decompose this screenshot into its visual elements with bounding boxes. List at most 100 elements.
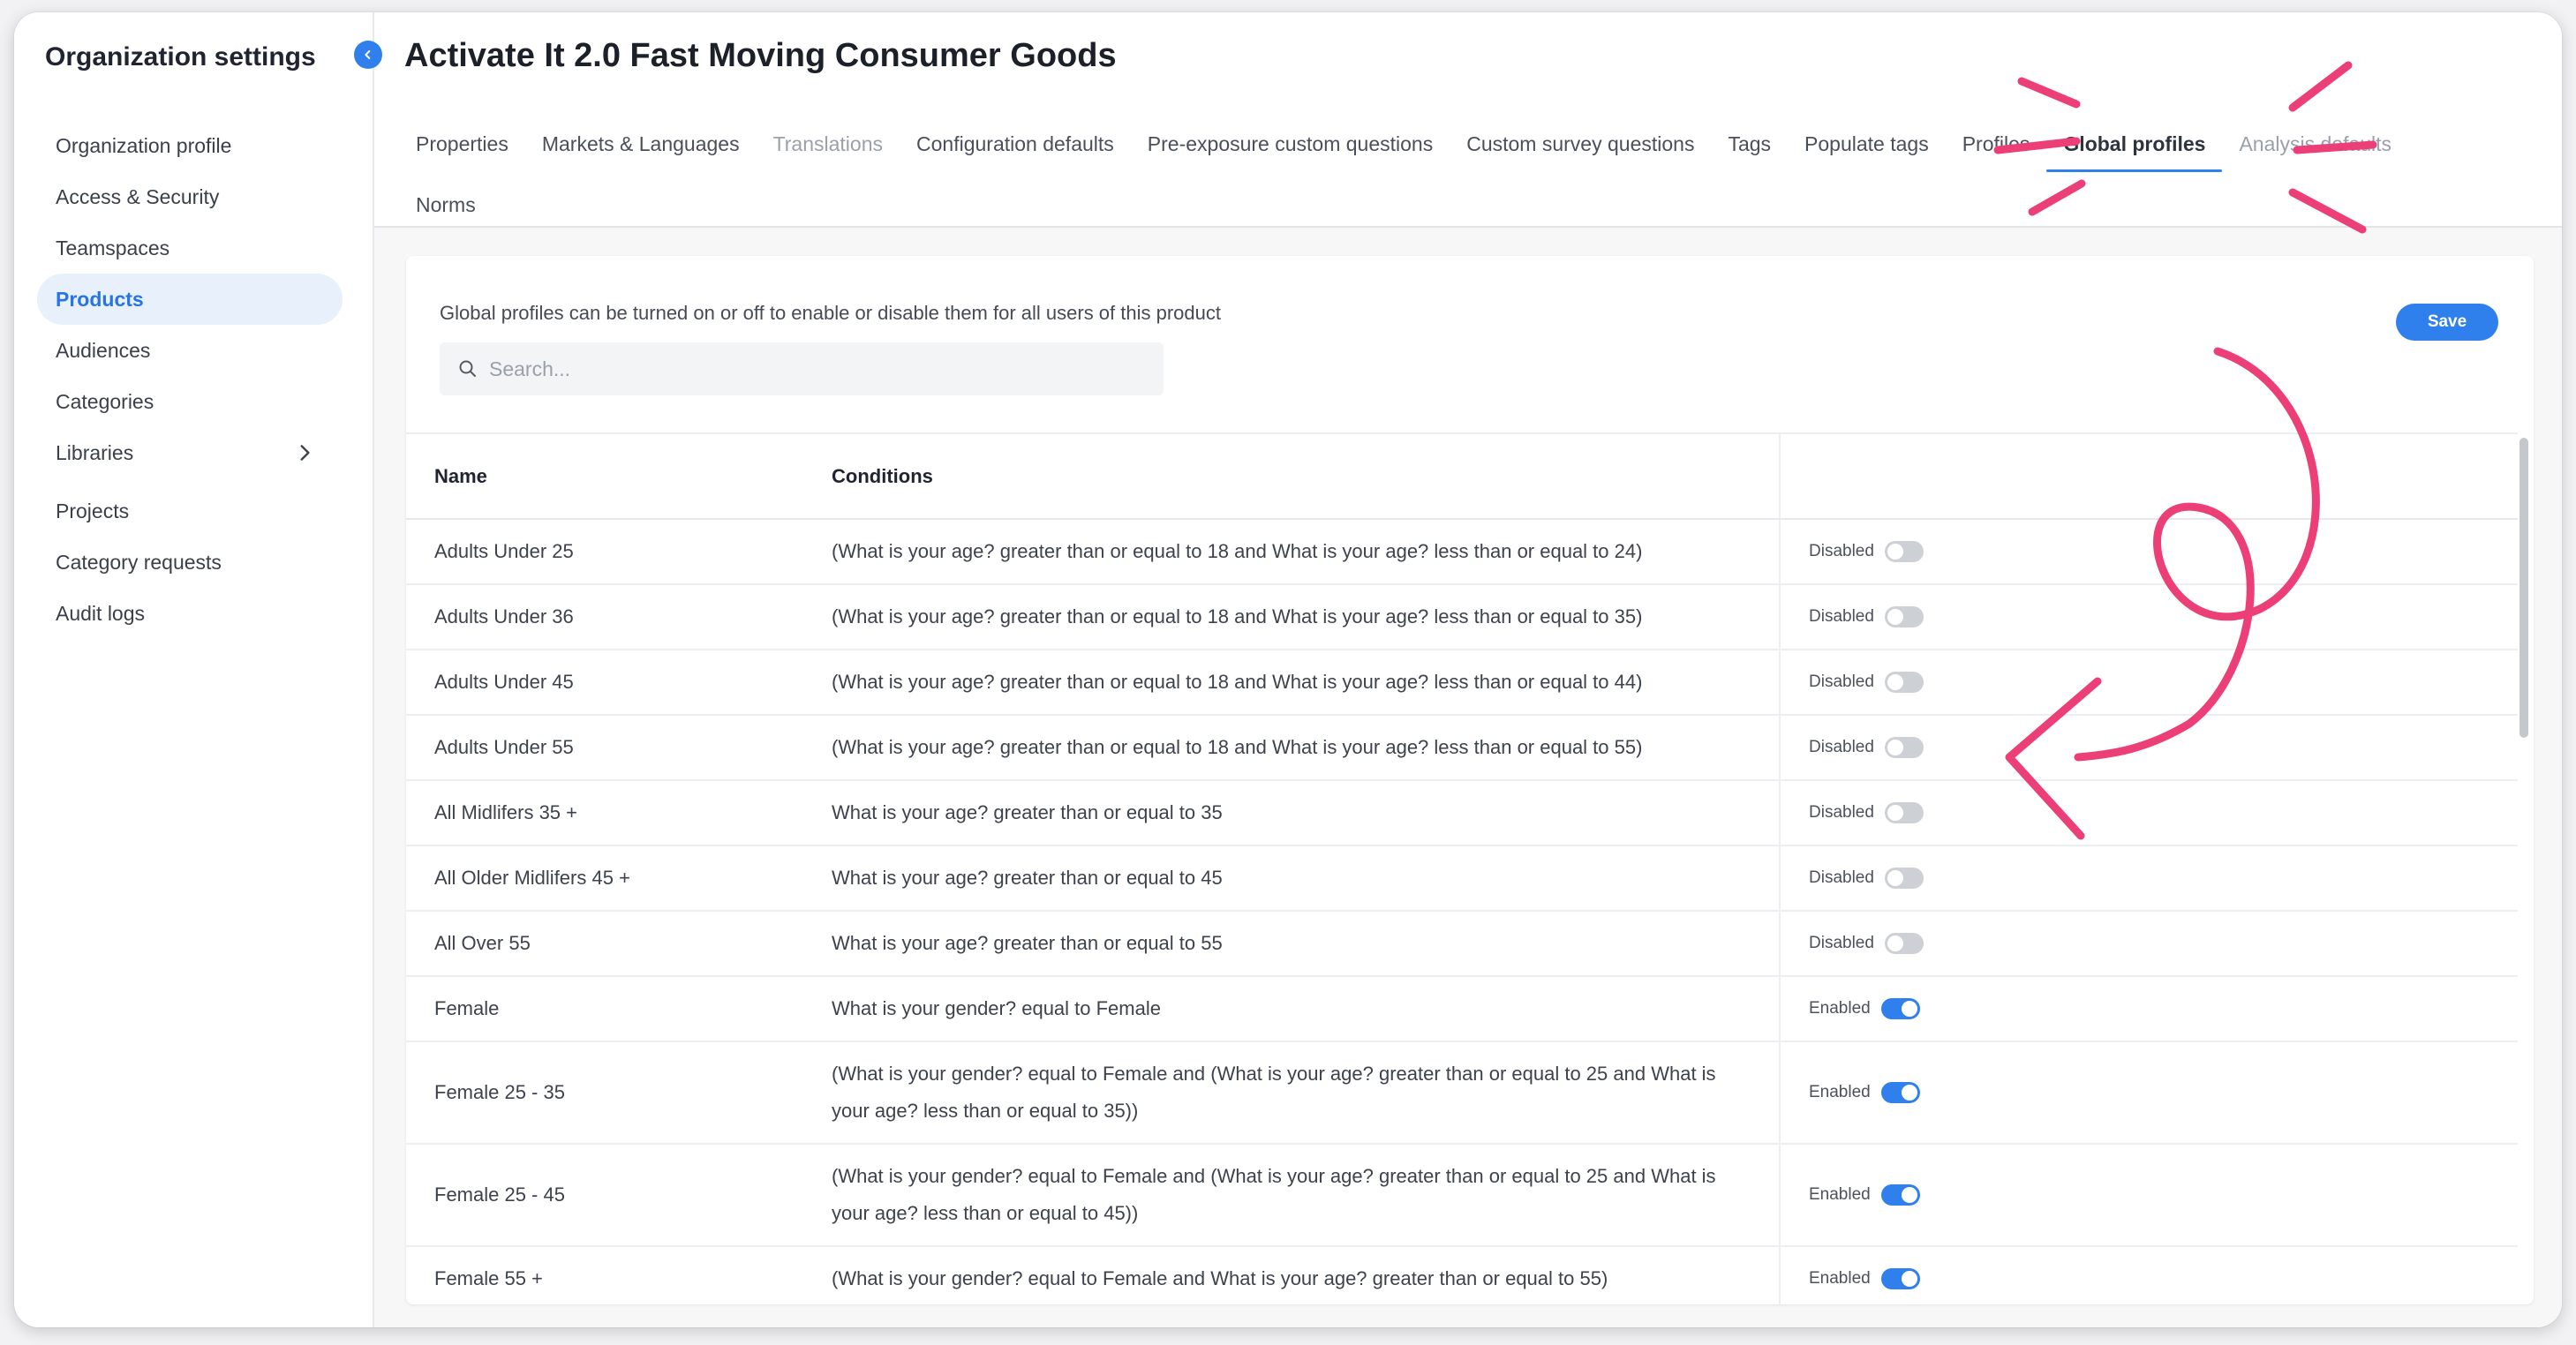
page-header: Activate It 2.0 Fast Moving Consumer Goo… xyxy=(374,12,2562,228)
profile-toggle[interactable] xyxy=(1880,1268,1920,1289)
status-cell: Disabled xyxy=(1780,650,2518,716)
profile-name: All Over 55 xyxy=(406,911,803,977)
sidebar-item-label: Projects xyxy=(56,499,130,522)
status-cell: Disabled xyxy=(1780,780,2518,846)
search-icon xyxy=(459,360,476,377)
toggle-knob xyxy=(1901,1187,1917,1203)
status-cell: Disabled xyxy=(1780,845,2518,912)
table-row: Female 55 + (What is your gender? equal … xyxy=(406,1246,2518,1304)
profile-toggle[interactable] xyxy=(1880,1184,1920,1206)
profile-conditions: What is your gender? equal to Female xyxy=(803,976,1781,1042)
profiles-table-container: Name Conditions Adults Under 25 (What is… xyxy=(406,432,2518,1304)
sidebar-item-projects[interactable]: Projects xyxy=(37,485,343,537)
sidebar-item-organization-profile[interactable]: Organization profile xyxy=(37,120,343,171)
toggle-knob xyxy=(1887,609,1903,625)
profile-name: Female xyxy=(406,976,803,1042)
tab-translations[interactable]: Translations xyxy=(757,124,900,169)
table-row: Female What is your gender? equal to Fem… xyxy=(406,976,2518,1042)
toggle-knob xyxy=(1901,1085,1917,1101)
profile-toggle[interactable] xyxy=(1880,998,1920,1019)
profile-conditions: (What is your age? greater than or equal… xyxy=(803,584,1781,650)
profile-toggle[interactable] xyxy=(1880,1082,1920,1103)
profile-toggle[interactable] xyxy=(1884,737,1924,758)
status-cell: Disabled xyxy=(1780,584,2518,650)
profile-toggle[interactable] xyxy=(1884,672,1924,693)
profile-toggle[interactable] xyxy=(1884,868,1924,889)
profile-conditions: What is your age? greater than or equal … xyxy=(803,780,1781,846)
tab-analysis-defaults[interactable]: Analysis defaults xyxy=(2222,124,2408,169)
column-header-conditions: Conditions xyxy=(803,434,1781,520)
profile-name: Female 25 - 35 xyxy=(406,1041,803,1145)
tab-custom-survey-questions[interactable]: Custom survey questions xyxy=(1450,124,1711,169)
sidebar-item-categories[interactable]: Categories xyxy=(37,376,343,427)
tab-norms[interactable]: Norms xyxy=(399,184,2509,229)
sidebar-nav: Organization profile Access & Security T… xyxy=(37,120,343,639)
global-profiles-card: Global profiles can be turned on or off … xyxy=(406,256,2534,1304)
sidebar-item-category-requests[interactable]: Category requests xyxy=(37,537,343,588)
status-cell: Enabled xyxy=(1780,976,2518,1042)
status-cell: Enabled xyxy=(1780,1246,2518,1304)
table-row: Female 25 - 45 (What is your gender? equ… xyxy=(406,1144,2518,1247)
sidebar-item-label: Teamspaces xyxy=(56,236,170,259)
table-row: All Over 55 What is your age? greater th… xyxy=(406,911,2518,977)
sidebar-item-products[interactable]: Products xyxy=(37,274,343,325)
profile-toggle[interactable] xyxy=(1884,606,1924,627)
profile-name: Adults Under 36 xyxy=(406,584,803,650)
table-row: All Midlifers 35 + What is your age? gre… xyxy=(406,780,2518,846)
sidebar-item-audit-logs[interactable]: Audit logs xyxy=(37,588,343,639)
status-label: Disabled xyxy=(1809,803,1874,822)
tab-properties[interactable]: Properties xyxy=(399,124,525,169)
sidebar-item-label: Products xyxy=(56,287,144,311)
tab-global-profiles[interactable]: Global profiles xyxy=(2046,124,2223,172)
tab-markets-languages[interactable]: Markets & Languages xyxy=(525,124,757,169)
tab-configuration-defaults[interactable]: Configuration defaults xyxy=(900,124,1131,169)
profile-name: All Older Midlifers 45 + xyxy=(406,845,803,912)
profile-conditions: What is your age? greater than or equal … xyxy=(803,845,1781,912)
search-box xyxy=(440,342,1164,395)
profile-conditions: (What is your age? greater than or equal… xyxy=(803,650,1781,716)
tab-tags[interactable]: Tags xyxy=(1711,124,1788,169)
tab-populate-tags[interactable]: Populate tags xyxy=(1788,124,1946,169)
sidebar-item-audiences[interactable]: Audiences xyxy=(37,325,343,376)
sidebar-item-teamspaces[interactable]: Teamspaces xyxy=(37,222,343,274)
table-row: Adults Under 55 (What is your age? great… xyxy=(406,715,2518,781)
status-cell: Disabled xyxy=(1780,715,2518,781)
tab-bar: Properties Markets & Languages Translati… xyxy=(399,124,2509,229)
scrollbar-thumb[interactable] xyxy=(2520,438,2528,738)
toggle-knob xyxy=(1887,805,1903,821)
toggle-knob xyxy=(1901,1001,1917,1017)
sidebar-item-libraries[interactable]: Libraries xyxy=(37,427,343,478)
profile-conditions: (What is your gender? equal to Female an… xyxy=(803,1246,1781,1304)
helper-text: Global profiles can be turned on or off … xyxy=(440,302,1221,324)
column-header-status xyxy=(1780,434,2518,520)
toggle-knob xyxy=(1887,740,1903,755)
profile-toggle[interactable] xyxy=(1884,541,1924,562)
status-cell: Enabled xyxy=(1780,1144,2518,1247)
save-button[interactable]: Save xyxy=(2396,304,2498,341)
toggle-knob xyxy=(1887,544,1903,560)
column-header-name: Name xyxy=(406,434,803,520)
profile-name: Female 25 - 45 xyxy=(406,1144,803,1247)
sidebar-title: Organization settings xyxy=(45,42,316,71)
chevron-right-icon xyxy=(300,445,310,461)
table-row: Adults Under 36 (What is your age? great… xyxy=(406,584,2518,650)
table-scrollbar[interactable] xyxy=(2518,432,2530,1269)
sidebar-item-access-security[interactable]: Access & Security xyxy=(37,171,343,222)
toggle-knob xyxy=(1887,674,1903,690)
status-label: Disabled xyxy=(1809,868,1874,887)
sidebar: Organization settings Organization profi… xyxy=(14,12,374,1327)
sidebar-item-label: Audit logs xyxy=(56,601,146,625)
tab-pre-exposure-custom-questions[interactable]: Pre-exposure custom questions xyxy=(1131,124,1450,169)
main-content: Activate It 2.0 Fast Moving Consumer Goo… xyxy=(374,12,2562,1327)
tab-profiles[interactable]: Profiles xyxy=(1946,124,2047,169)
search-input[interactable] xyxy=(489,357,1164,381)
profile-toggle[interactable] xyxy=(1884,802,1924,823)
profile-toggle[interactable] xyxy=(1884,933,1924,954)
profile-conditions: What is your age? greater than or equal … xyxy=(803,911,1781,977)
table-row: All Older Midlifers 45 + What is your ag… xyxy=(406,845,2518,912)
collapse-sidebar-button[interactable] xyxy=(354,41,382,69)
profile-name: All Midlifers 35 + xyxy=(406,780,803,846)
status-cell: Disabled xyxy=(1780,911,2518,977)
sidebar-item-label: Libraries xyxy=(56,440,134,464)
